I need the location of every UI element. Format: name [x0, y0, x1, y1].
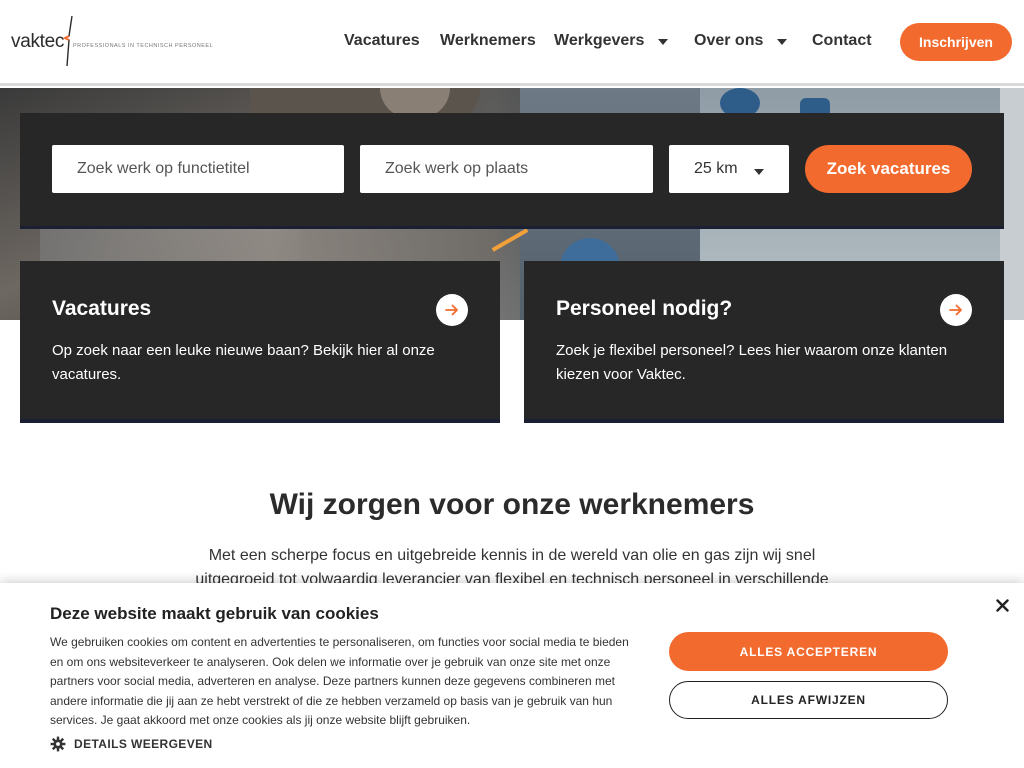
card-description: Op zoek naar een leuke nieuwe baan? Beki… — [52, 342, 435, 383]
cookie-details-toggle[interactable]: DETAILS WEERGEVEN — [50, 736, 213, 752]
location-search-input[interactable]: Zoek werk op plaats — [360, 145, 653, 193]
nav-werkgevers[interactable]: Werkgevers — [554, 32, 669, 50]
card-vacatures[interactable]: Vacatures Op zoek naar een leuke nieuwe … — [20, 261, 500, 423]
close-icon[interactable] — [992, 595, 1012, 615]
details-label: DETAILS WEERGEVEN — [74, 737, 213, 751]
gear-icon — [50, 736, 66, 752]
job-title-search-input[interactable]: Zoek werk op functietitel — [52, 145, 344, 193]
reject-all-cookies-button[interactable]: ALLES AFWIJZEN — [669, 681, 948, 719]
nav-label: Over ons — [694, 32, 764, 49]
cookie-description: We gebruiken cookies om content en adver… — [50, 635, 629, 728]
cookie-title: Deze website maakt gebruik van cookies — [50, 604, 379, 623]
vaktec-logo[interactable]: vaktec Professionals in technisch person… — [11, 14, 213, 70]
card-description: Zoek je flexibel personeel? Lees hier wa… — [556, 342, 948, 383]
arrow-right-icon[interactable] — [940, 294, 972, 326]
nav-label: Werknemers — [440, 32, 536, 49]
nav-contact[interactable]: Contact — [812, 32, 872, 50]
nav-label: Vacatures — [344, 32, 420, 49]
card-personeel-nodig[interactable]: Personeel nodig? Zoek je flexibel person… — [524, 261, 1004, 423]
accept-all-cookies-button[interactable]: ALLES ACCEPTEREN — [669, 632, 948, 671]
nav-label: Contact — [812, 32, 872, 49]
radius-select[interactable]: 25 km — [669, 145, 789, 193]
register-button[interactable]: Inschrijven — [900, 23, 1012, 61]
nav-label: Werkgevers — [554, 32, 645, 49]
chevron-down-icon — [754, 169, 764, 175]
logo-slash-icon — [63, 15, 73, 67]
nav-over-ons[interactable]: Over ons — [694, 32, 788, 50]
card-title: Personeel nodig? — [556, 297, 733, 320]
job-title-placeholder: Zoek werk op functietitel — [77, 160, 250, 177]
logo-text: vaktec — [11, 31, 65, 52]
logo-tagline: Professionals in technisch personeel — [73, 43, 214, 49]
nav-vacatures[interactable]: Vacatures — [344, 32, 420, 50]
card-title: Vacatures — [52, 297, 152, 320]
job-search-panel: Zoek werk op functietitel Zoek werk op p… — [20, 113, 1004, 229]
cookie-banner: Deze website maakt gebruik van cookies W… — [0, 583, 1024, 768]
search-jobs-button[interactable]: Zoek vacatures — [805, 145, 972, 193]
chevron-down-icon — [777, 39, 788, 45]
section-title: Wij zorgen voor onze werknemers — [269, 488, 755, 521]
arrow-right-icon[interactable] — [436, 294, 468, 326]
site-header: vaktec Professionals in technisch person… — [0, 0, 1024, 86]
location-placeholder: Zoek werk op plaats — [385, 160, 529, 177]
radius-value: 25 km — [694, 160, 738, 177]
chevron-down-icon — [658, 39, 669, 45]
nav-werknemers[interactable]: Werknemers — [440, 32, 536, 50]
